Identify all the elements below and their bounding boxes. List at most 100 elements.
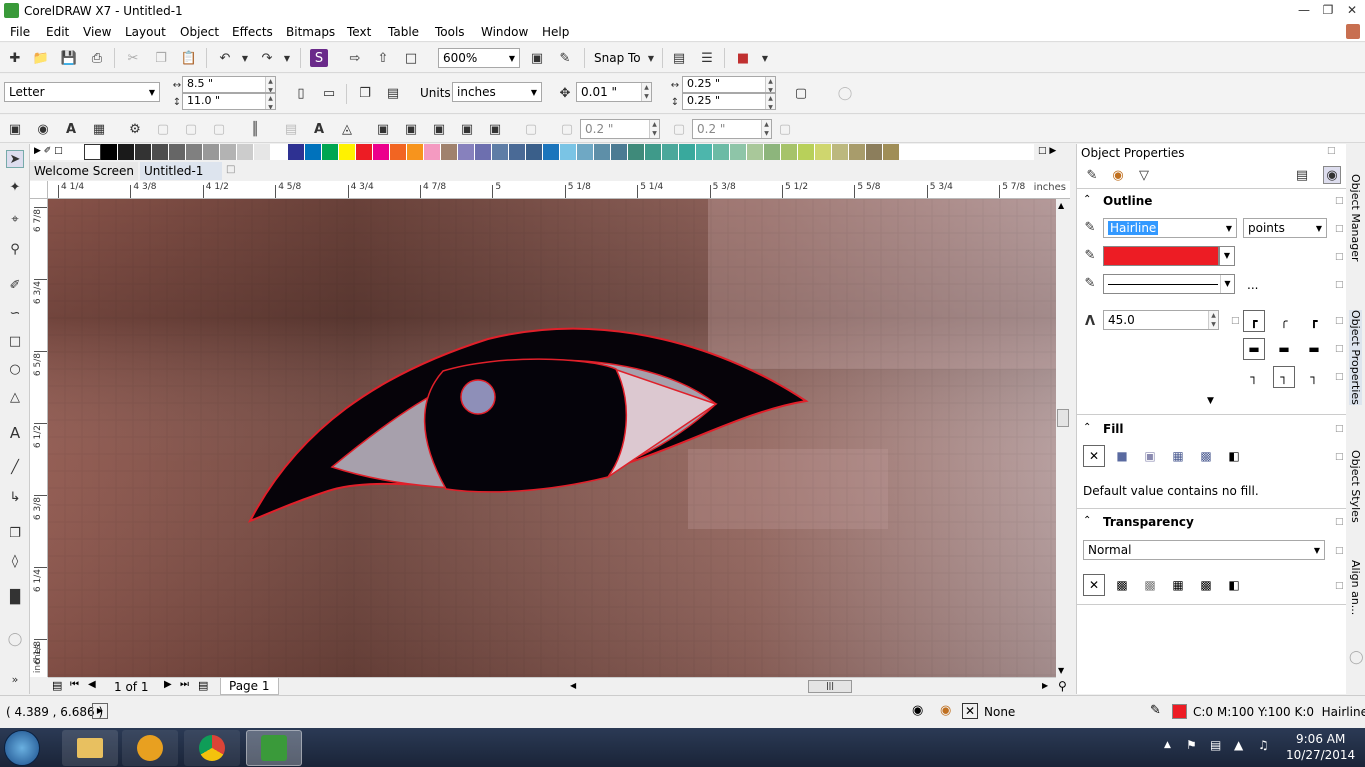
miter-limit-field[interactable]: 45.0 ▲ ▼: [1103, 310, 1219, 330]
palette-swatch[interactable]: [407, 144, 424, 160]
add-page-before-icon[interactable]: ▤: [52, 679, 62, 692]
palette-swatch[interactable]: [373, 144, 390, 160]
palette-swatch[interactable]: [203, 144, 220, 160]
menu-tools[interactable]: Tools: [435, 25, 465, 39]
tab-object-styles[interactable]: Object Styles: [1349, 450, 1362, 523]
palette-swatch[interactable]: [237, 144, 254, 160]
palette-swatch[interactable]: [186, 144, 203, 160]
inside-position-icon[interactable]: ┐: [1303, 366, 1325, 388]
menu-effects[interactable]: Effects: [232, 25, 273, 39]
palette-swatch[interactable]: [594, 144, 611, 160]
proof-colors-icon[interactable]: ◉: [912, 703, 923, 718]
palette-swatch[interactable]: [577, 144, 594, 160]
palette-swatch[interactable]: [560, 144, 577, 160]
paste-icon[interactable]: 📋: [180, 49, 198, 67]
menu-table[interactable]: Table: [388, 25, 419, 39]
fountain-fill-icon[interactable]: ▣: [1139, 445, 1161, 467]
fill-collapse-icon[interactable]: ⌃: [1083, 422, 1091, 433]
menu-view[interactable]: View: [83, 25, 111, 39]
page-size-select[interactable]: Letter ▼: [4, 82, 160, 102]
menu-edit[interactable]: Edit: [46, 25, 69, 39]
palette-swatch[interactable]: [628, 144, 645, 160]
outline-units-select[interactable]: points ▼: [1243, 218, 1327, 238]
outline-section-pin-icon[interactable]: □: [1335, 196, 1344, 206]
outside-position-icon[interactable]: ┐: [1243, 366, 1265, 388]
transparency-more-icon[interactable]: ◧: [1223, 574, 1245, 596]
menu-text[interactable]: Text: [347, 25, 371, 39]
next-page-icon[interactable]: ▶: [164, 679, 172, 690]
uniform-fill-icon[interactable]: ■: [1111, 445, 1133, 467]
align-tool-1-icon[interactable]: ▣: [374, 120, 392, 138]
tool-1-icon[interactable]: ▣: [6, 120, 24, 138]
palette-swatch[interactable]: [611, 144, 628, 160]
palette-swatch[interactable]: [424, 144, 441, 160]
square-cap-icon[interactable]: ▬: [1243, 338, 1265, 360]
eye-highlight-shape[interactable]: [460, 379, 496, 415]
copy-icon[interactable]: ❐: [152, 49, 170, 67]
tab-untitled-1[interactable]: Untitled-1: [140, 162, 222, 180]
palette-swatch[interactable]: [730, 144, 747, 160]
transparency-pin-icon[interactable]: □: [1335, 581, 1344, 591]
open-icon[interactable]: 📁: [32, 49, 50, 67]
docker-options-icon[interactable]: ◯: [1349, 650, 1364, 665]
round-cap-icon[interactable]: ▬: [1273, 338, 1295, 360]
ruler-corner[interactable]: [30, 181, 48, 199]
palette-swatch[interactable]: [798, 144, 815, 160]
connector-icon[interactable]: ◬: [338, 120, 356, 138]
outline-collapse-icon[interactable]: ⌃: [1083, 194, 1091, 205]
palette-swatch[interactable]: [832, 144, 849, 160]
parallel-dimension-tool-icon[interactable]: ╱: [6, 458, 24, 476]
redo-dropdown-icon[interactable]: ▼: [278, 49, 296, 67]
connector-tool-icon[interactable]: ↳: [6, 488, 24, 506]
pattern-transparency-icon[interactable]: ▦: [1167, 574, 1189, 596]
outline-width-select[interactable]: Hairline ▼: [1103, 218, 1237, 238]
undo-icon[interactable]: ↶: [216, 49, 234, 67]
center-position-icon[interactable]: ┐: [1273, 366, 1295, 388]
device-icon[interactable]: ▤: [1210, 738, 1221, 752]
ellipse-tool-icon[interactable]: ○: [6, 360, 24, 378]
portrait-icon[interactable]: ▯: [292, 84, 310, 102]
taskbar-explorer[interactable]: [62, 730, 118, 766]
treat-as-filled-icon[interactable]: ▢: [792, 84, 810, 102]
style-pin-icon[interactable]: □: [1335, 280, 1344, 290]
redo-icon[interactable]: ↷: [258, 49, 276, 67]
palette-swatch[interactable]: [866, 144, 883, 160]
panel-pin-icon[interactable]: □: [1327, 146, 1336, 156]
outline-tab-icon[interactable]: ✎: [1083, 166, 1101, 184]
bitmap-transparency-icon[interactable]: ▩: [1195, 574, 1217, 596]
clock-date[interactable]: 10/27/2014: [1286, 748, 1355, 762]
options-icon[interactable]: ▤: [670, 49, 688, 67]
zoom-level-select[interactable]: 600% ▼: [438, 48, 520, 68]
status-play-icon[interactable]: ▶: [92, 703, 108, 719]
miter-join-icon[interactable]: ┏: [1243, 310, 1265, 332]
fill-pin-icon[interactable]: □: [1335, 452, 1344, 462]
iris-shape[interactable]: [423, 358, 627, 493]
menu-window[interactable]: Window: [481, 25, 528, 39]
last-page-icon[interactable]: ⏭: [180, 679, 189, 690]
drop-shadow-tool-icon[interactable]: ❐: [6, 524, 24, 542]
transparency-mode-select[interactable]: Normal ▼: [1083, 540, 1325, 560]
palette-swatch[interactable]: [645, 144, 662, 160]
palette-swatch[interactable]: [526, 144, 543, 160]
horizontal-scroll-thumb[interactable]: |||: [808, 680, 852, 693]
palette-swatch[interactable]: [271, 144, 288, 160]
outline-expand-icon[interactable]: ▼: [1207, 396, 1214, 406]
scroll-up-icon[interactable]: ▲: [1058, 201, 1064, 210]
menu-layout[interactable]: Layout: [125, 25, 166, 39]
scroll-down-icon[interactable]: ▼: [1058, 666, 1064, 675]
user-icon[interactable]: [1346, 24, 1360, 39]
panel-option-1-icon[interactable]: ▤: [1293, 166, 1311, 184]
page-tab[interactable]: Page 1: [220, 678, 279, 695]
palette-swatch[interactable]: [254, 144, 271, 160]
launch-dropdown-icon[interactable]: ▼: [756, 49, 774, 67]
outline-style-select[interactable]: ▼: [1103, 274, 1235, 294]
palette-swatch[interactable]: [781, 144, 798, 160]
drawing-canvas[interactable]: [48, 199, 1056, 677]
outline-color-swatch[interactable]: [1103, 246, 1219, 266]
menu-help[interactable]: Help: [542, 25, 569, 39]
cap-pin-icon[interactable]: □: [1335, 344, 1344, 354]
menu-object[interactable]: Object: [180, 25, 219, 39]
horizontal-scrollbar[interactable]: ◀ ||| ▶: [568, 677, 1056, 695]
zoom-tool-icon[interactable]: ⚲: [6, 240, 24, 258]
fill-section-pin-icon[interactable]: □: [1335, 424, 1344, 434]
